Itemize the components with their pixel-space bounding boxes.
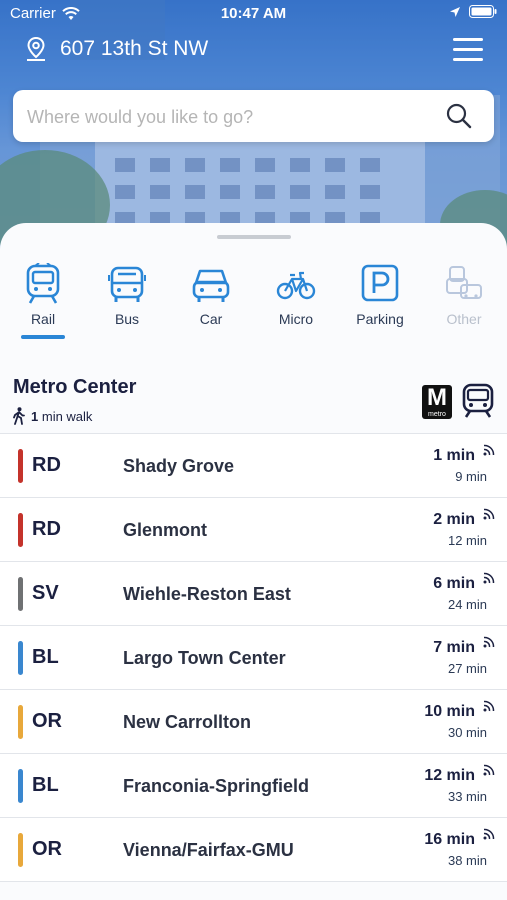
line-color-bar — [18, 769, 23, 803]
line-code: BL — [32, 774, 59, 796]
line-code: BL — [32, 646, 59, 668]
parking-icon — [361, 264, 399, 302]
realtime-signal-icon — [483, 700, 495, 712]
rail-icon — [26, 263, 60, 304]
other-icon — [446, 266, 482, 299]
scheduled-time: 38 min — [447, 853, 487, 868]
predicted-time: 7 min — [433, 639, 475, 656]
arrivals-list: RD Shady Grove 1 min 9 min RD Glenmont 2… — [0, 433, 507, 882]
arrival-row[interactable]: OR New Carrollton 10 min 30 min — [0, 690, 507, 754]
tab-bus[interactable]: Bus — [85, 263, 169, 327]
line-color-bar — [18, 641, 23, 675]
mode-tabs: Rail Bus Car Micro Parking Other — [0, 263, 507, 343]
scheduled-time: 33 min — [447, 789, 487, 804]
destination: Glenmont — [123, 520, 207, 540]
line-color-bar — [18, 513, 23, 547]
realtime-signal-icon — [483, 444, 495, 456]
bottom-sheet: Rail Bus Car Micro Parking Other Metro C… — [0, 223, 507, 900]
line-code: OR — [32, 710, 62, 732]
station-header: Metro Center — [13, 376, 136, 399]
destination: New Carrollton — [123, 712, 252, 732]
predicted-time: 10 min — [424, 703, 475, 720]
sheet-drag-handle[interactable] — [217, 235, 291, 239]
predicted-time: 6 min — [433, 575, 475, 592]
realtime-signal-icon — [483, 636, 495, 648]
line-code: RD — [32, 454, 61, 476]
location-pin-icon — [27, 36, 45, 61]
tab-parking-label: Parking — [356, 311, 404, 327]
location-arrow-icon — [450, 6, 460, 17]
status-bar: Carrier 10:47 AM — [0, 0, 507, 28]
tab-parking[interactable]: Parking — [338, 263, 422, 327]
line-code: OR — [32, 838, 62, 860]
line-code: SV — [32, 582, 59, 604]
arrival-row[interactable]: RD Shady Grove 1 min 9 min — [0, 434, 507, 498]
menu-icon[interactable] — [453, 38, 483, 62]
metro-logo: M metro — [422, 385, 452, 419]
search-input[interactable] — [25, 90, 429, 144]
tab-other[interactable]: Other — [422, 263, 506, 327]
walk-time: 1 min walk — [13, 407, 92, 425]
selected-tab-indicator — [21, 335, 65, 339]
tab-car[interactable]: Car — [169, 263, 253, 327]
search-bar — [13, 90, 494, 144]
scheduled-time: 9 min — [455, 469, 487, 484]
arrival-row[interactable]: BL Franconia-Springfield 12 min 33 min — [0, 754, 507, 818]
battery-icon — [469, 5, 497, 18]
train-icon — [462, 383, 494, 418]
car-icon — [192, 269, 230, 302]
predicted-time: 1 min — [433, 447, 475, 464]
arrival-row[interactable]: SV Wiehle-Reston East 6 min 24 min — [0, 562, 507, 626]
arrival-row[interactable]: BL Largo Town Center 7 min 27 min — [0, 626, 507, 690]
tab-micro-label: Micro — [278, 311, 314, 327]
destination: Franconia-Springfield — [123, 776, 310, 796]
predicted-time: 12 min — [424, 767, 475, 784]
search-icon[interactable] — [446, 103, 472, 129]
bus-icon — [108, 266, 146, 302]
station-name: Metro Center — [13, 376, 137, 398]
scheduled-time: 27 min — [447, 661, 487, 676]
destination: Largo Town Center — [123, 648, 286, 668]
destination: Shady Grove — [123, 456, 235, 476]
line-code: RD — [32, 518, 61, 540]
walking-icon — [13, 407, 25, 425]
predicted-time: 16 min — [424, 831, 475, 848]
metro-logo-text: metro — [428, 411, 446, 418]
line-color-bar — [18, 705, 23, 739]
status-time: 10:47 AM — [220, 5, 287, 22]
line-color-bar — [18, 577, 23, 611]
arrival-row[interactable]: RD Glenmont 2 min 12 min — [0, 498, 507, 562]
bike-icon — [276, 271, 316, 300]
tab-bus-label: Bus — [114, 311, 140, 327]
realtime-signal-icon — [483, 764, 495, 776]
tab-car-label: Car — [199, 311, 223, 327]
metro-logo-letter: M — [427, 384, 447, 411]
tab-micro[interactable]: Micro — [254, 263, 338, 327]
scheduled-time: 12 min — [447, 533, 487, 548]
status-right — [449, 5, 497, 18]
predicted-time: 2 min — [433, 511, 475, 528]
line-color-bar — [18, 833, 23, 867]
address-label: 607 13th St NW — [60, 37, 209, 60]
walk-label: min walk — [41, 408, 93, 424]
line-color-bar — [18, 449, 23, 483]
destination: Vienna/Fairfax-GMU — [123, 840, 294, 860]
current-location[interactable]: 607 13th St NW — [24, 36, 208, 62]
tab-other-label: Other — [446, 311, 482, 327]
tab-rail-label: Rail — [30, 311, 56, 327]
scheduled-time: 30 min — [447, 725, 487, 740]
scheduled-time: 24 min — [447, 597, 487, 612]
tab-rail[interactable]: Rail — [1, 263, 85, 339]
walk-minutes: 1 — [31, 408, 39, 424]
realtime-signal-icon — [483, 572, 495, 584]
realtime-signal-icon — [483, 508, 495, 520]
realtime-signal-icon — [483, 828, 495, 840]
arrival-row[interactable]: OR Vienna/Fairfax-GMU 16 min 38 min — [0, 818, 507, 882]
destination: Wiehle-Reston East — [123, 584, 291, 604]
